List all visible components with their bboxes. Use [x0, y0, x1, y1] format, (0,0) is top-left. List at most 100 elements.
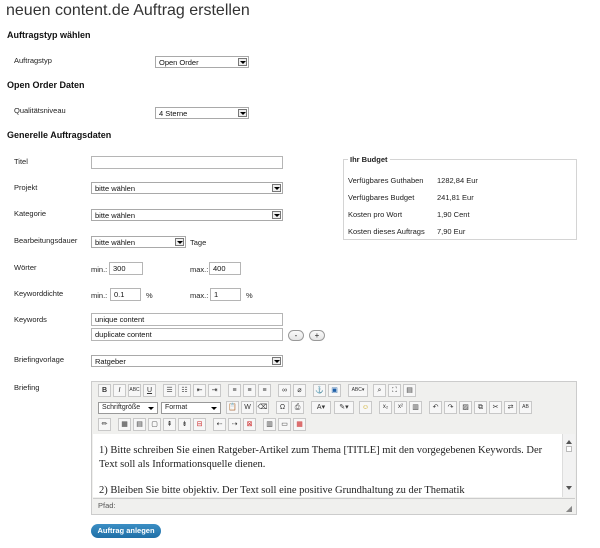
remove-keyword-button[interactable]: - — [288, 330, 304, 341]
dauer-unit: Tage — [190, 238, 207, 247]
merge-cells-icon[interactable]: ▭ — [278, 418, 291, 431]
link-icon[interactable]: ∞ — [278, 384, 291, 397]
redo-icon[interactable]: ↷ — [444, 401, 457, 414]
projekt-select[interactable]: bitte wählen — [91, 182, 283, 194]
unlink-icon[interactable]: ⌀ — [293, 384, 306, 397]
chevron-down-icon — [272, 357, 281, 365]
special-char-icon[interactable]: Ω — [276, 401, 289, 414]
dauer-select[interactable]: bitte wählen — [91, 236, 186, 248]
editor-toolbar-row-1: B I ABC U ☰ ☷ ⇤ ⇥ ≡ ≡ ≡ ∞ ⌀ ⚓ ▣ ABC▾ ⌕ ⛶… — [94, 384, 574, 399]
page-title: neuen content.de Auftrag erstellen — [6, 2, 250, 19]
qualitaet-select[interactable]: 4 Sterne — [155, 107, 249, 119]
delete-col-icon[interactable]: ⊠ — [243, 418, 256, 431]
budget-label: Kosten dieses Auftrags — [348, 227, 425, 236]
woerter-max-label: max.: — [190, 265, 209, 274]
chevron-down-icon — [175, 238, 184, 246]
fullscreen-icon[interactable]: ⛶ — [388, 384, 401, 397]
woerter-min-input[interactable]: 300 — [109, 262, 143, 275]
paste-word-icon[interactable]: W — [241, 401, 254, 414]
strikethrough-icon[interactable]: ABC — [128, 384, 141, 397]
image-icon[interactable]: ▣ — [328, 384, 341, 397]
delete-row-icon[interactable]: ⊟ — [193, 418, 206, 431]
vorlage-select[interactable]: Ratgeber — [91, 355, 283, 367]
titel-label: Titel — [14, 157, 28, 166]
budget-box: Verfügbares Guthaben 1282,84 Eur Verfügb… — [343, 159, 577, 240]
copy-icon[interactable]: ⧉ — [474, 401, 487, 414]
keyword-input[interactable]: unique content — [91, 313, 283, 326]
chevron-down-icon — [272, 184, 281, 192]
align-center-icon[interactable]: ≡ — [243, 384, 256, 397]
underline-icon[interactable]: U — [143, 384, 156, 397]
insert-col-after-icon[interactable]: ⇢ — [228, 418, 241, 431]
media-icon[interactable]: ▤ — [403, 384, 416, 397]
auftragstyp-select[interactable]: Open Order — [155, 56, 249, 68]
titel-input[interactable] — [91, 156, 283, 169]
create-order-button[interactable]: Auftrag anlegen — [91, 524, 161, 538]
print-icon[interactable]: ⎙ — [291, 401, 304, 414]
budget-value: 1282,84 Eur — [437, 176, 478, 185]
vorlage-label: Briefingvorlage — [14, 355, 65, 364]
bold-icon[interactable]: B — [98, 384, 111, 397]
add-keyword-button[interactable]: + — [309, 330, 325, 341]
woerter-max-input[interactable]: 400 — [209, 262, 241, 275]
format-select[interactable]: Format — [161, 402, 221, 414]
anchor-icon[interactable]: ⚓ — [313, 384, 326, 397]
paste-text-icon[interactable]: 📋 — [226, 401, 239, 414]
briefing-paragraph: 1) Bitte schreiben Sie einen Ratgeber-Ar… — [99, 445, 543, 470]
briefing-paragraph: 2) Bleiben Sie bitte objektiv. Der Text … — [99, 485, 465, 496]
highlight-icon[interactable]: ✎▾ — [334, 401, 354, 414]
dichte-min-input[interactable]: 0.1 — [110, 288, 141, 301]
insert-row-after-icon[interactable]: ⇟ — [178, 418, 191, 431]
editor-toolbar-row-2: Schriftgröße Format 📋 W ⌫ Ω ⎙ A▾ ✎▾ ☺ x₂… — [94, 401, 574, 416]
editor-scrollbar[interactable] — [562, 434, 575, 497]
insert-row-before-icon[interactable]: ⇞ — [163, 418, 176, 431]
replace-icon[interactable]: ⇄ — [504, 401, 517, 414]
find-icon[interactable]: ⌕ — [373, 384, 386, 397]
dauer-label: Bearbeitungsdauer — [14, 236, 78, 245]
outdent-icon[interactable]: ⇤ — [193, 384, 206, 397]
indent-icon[interactable]: ⇥ — [208, 384, 221, 397]
table-icon[interactable]: ▦ — [118, 418, 131, 431]
briefing-label: Briefing — [14, 383, 40, 392]
resize-handle-icon[interactable]: ◢ — [566, 502, 572, 516]
insert-col-before-icon[interactable]: ⇠ — [213, 418, 226, 431]
kategorie-select[interactable]: bitte wählen — [91, 209, 283, 221]
select-all-icon[interactable]: AB — [519, 401, 532, 414]
superscript-icon[interactable]: x² — [394, 401, 407, 414]
subscript-icon[interactable]: x₂ — [379, 401, 392, 414]
cut-icon[interactable]: ✂ — [489, 401, 502, 414]
briefing-editor: B I ABC U ☰ ☷ ⇤ ⇥ ≡ ≡ ≡ ∞ ⌀ ⚓ ▣ ABC▾ ⌕ ⛶… — [91, 381, 577, 515]
cell-props-icon[interactable]: ▢ — [148, 418, 161, 431]
text-color-icon[interactable]: A▾ — [311, 401, 331, 414]
row-props-icon[interactable]: ▤ — [133, 418, 146, 431]
page-break-icon[interactable]: ▥ — [409, 401, 422, 414]
undo-icon[interactable]: ↶ — [429, 401, 442, 414]
budget-value: 1,90 Cent — [437, 210, 470, 219]
edit-icon[interactable]: ✏ — [98, 418, 111, 431]
paste-icon[interactable]: ▨ — [459, 401, 472, 414]
keyword-input[interactable]: duplicate content — [91, 328, 283, 341]
align-left-icon[interactable]: ≡ — [228, 384, 241, 397]
budget-label: Verfügbares Guthaben — [348, 176, 424, 185]
editor-content[interactable]: 1) Bitte schreiben Sie einen Ratgeber-Ar… — [93, 434, 562, 497]
section-general: Generelle Auftragsdaten — [7, 130, 112, 140]
numbered-list-icon[interactable]: ☷ — [178, 384, 191, 397]
bullet-list-icon[interactable]: ☰ — [163, 384, 176, 397]
scroll-down-icon[interactable] — [566, 486, 572, 490]
split-cells-icon[interactable]: ▥ — [263, 418, 276, 431]
scroll-up-icon[interactable] — [566, 440, 572, 444]
status-path: Pfad: — [98, 501, 116, 510]
spellcheck-icon[interactable]: ABC▾ — [348, 384, 368, 397]
align-right-icon[interactable]: ≡ — [258, 384, 271, 397]
italic-icon[interactable]: I — [113, 384, 126, 397]
font-size-select[interactable]: Schriftgröße — [98, 402, 158, 414]
emoticon-icon[interactable]: ☺ — [359, 401, 372, 414]
chevron-down-icon — [238, 58, 247, 66]
dichte-max-input[interactable]: 1 — [210, 288, 241, 301]
keywords-label: Keywords — [14, 315, 47, 324]
section-order-type: Auftragstyp wählen — [7, 30, 91, 40]
budget-value: 241,81 Eur — [437, 193, 474, 202]
scroll-thumb[interactable] — [566, 446, 572, 452]
clear-format-icon[interactable]: ⌫ — [256, 401, 269, 414]
delete-table-icon[interactable]: ▦ — [293, 418, 306, 431]
